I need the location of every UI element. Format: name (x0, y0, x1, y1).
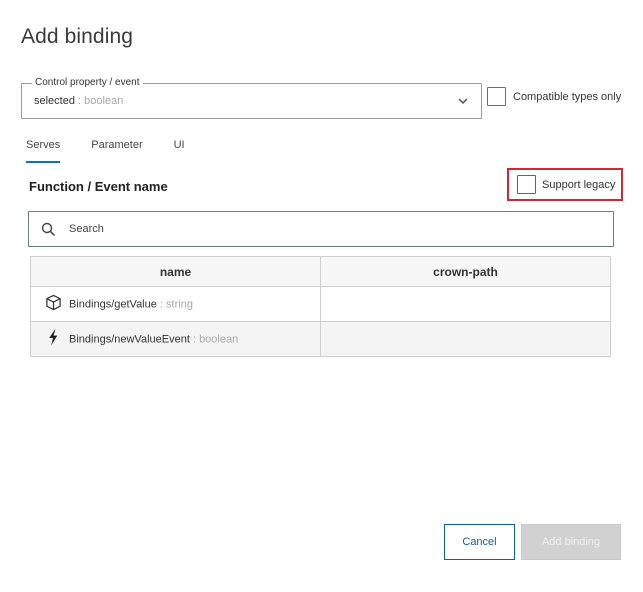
tab-serves[interactable]: Serves (26, 139, 61, 163)
lightning-icon (49, 328, 58, 346)
add-binding-dialog: Add binding Control property / event sel… (0, 0, 643, 592)
compatible-types-toggle[interactable]: Compatible types only (487, 87, 621, 106)
tab-bar: Serves Parameter UI (26, 139, 216, 163)
cube-icon (46, 294, 61, 310)
section-title: Function / Event name (29, 179, 168, 194)
cancel-button[interactable]: Cancel (444, 524, 515, 560)
column-header-crown-path[interactable]: crown-path (320, 256, 611, 287)
row-name-cell[interactable]: Bindings/getValue : string (30, 286, 321, 322)
column-header-name[interactable]: name (30, 256, 321, 287)
search-icon (41, 222, 56, 237)
row-name-cell[interactable]: Bindings/newValueEvent : boolean (30, 321, 321, 357)
tab-parameter[interactable]: Parameter (91, 139, 142, 160)
search-box (28, 211, 614, 247)
chevron-down-icon[interactable] (457, 95, 469, 107)
table-header-row: name crown-path (30, 256, 611, 287)
support-legacy-label: Support legacy (542, 178, 616, 191)
control-property-name: selected (34, 95, 75, 107)
support-legacy-toggle[interactable]: Support legacy (507, 168, 623, 201)
row-crown-path-cell[interactable] (320, 286, 611, 322)
row-crown-path-cell[interactable] (320, 321, 611, 357)
compatible-types-checkbox[interactable] (487, 87, 506, 106)
control-property-value: selected : boolean (34, 95, 123, 107)
dialog-title: Add binding (21, 25, 134, 48)
table-row[interactable]: Bindings/newValueEvent : boolean (30, 321, 611, 357)
row-type: : boolean (192, 332, 239, 345)
row-type: : string (159, 297, 193, 310)
row-name: Bindings/newValueEvent (69, 332, 190, 345)
control-property-legend: Control property / event (32, 76, 143, 90)
table-row[interactable]: Bindings/getValue : string (30, 286, 611, 322)
compatible-types-label: Compatible types only (513, 90, 622, 103)
support-legacy-checkbox[interactable] (517, 175, 536, 194)
search-input[interactable] (69, 220, 589, 238)
control-property-select[interactable]: Control property / event selected : bool… (21, 76, 482, 119)
row-name: Bindings/getValue (69, 297, 157, 310)
tab-ui[interactable]: UI (174, 139, 185, 160)
control-property-type: : boolean (78, 95, 124, 107)
add-binding-button[interactable]: Add binding (521, 524, 621, 560)
functions-table: name crown-path Bindings/getValue : stri… (30, 256, 611, 357)
